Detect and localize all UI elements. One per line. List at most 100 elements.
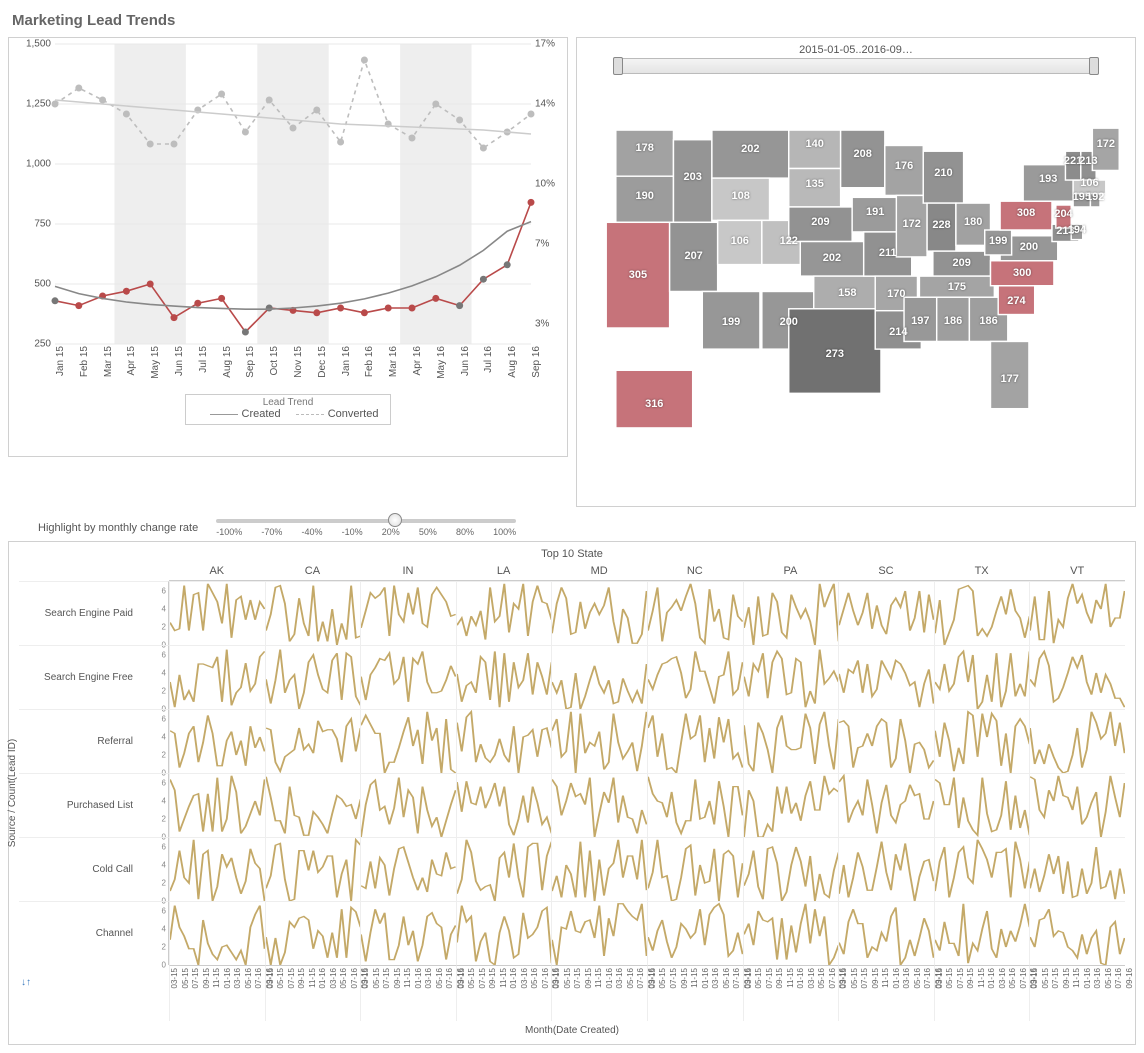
sm-cell[interactable] xyxy=(1029,581,1125,645)
state-AZ[interactable] xyxy=(702,291,760,349)
sm-cell[interactable] xyxy=(551,773,647,837)
state-NJ[interactable] xyxy=(1056,205,1071,228)
sm-cell[interactable] xyxy=(1029,901,1125,965)
sm-cell[interactable] xyxy=(169,581,265,645)
sm-col-CA[interactable]: CA xyxy=(265,562,361,581)
state-TX[interactable] xyxy=(789,309,881,394)
sm-cell[interactable] xyxy=(743,901,839,965)
sm-cell[interactable] xyxy=(1029,837,1125,901)
sm-cell[interactable] xyxy=(456,581,552,645)
sm-cell[interactable] xyxy=(647,709,743,773)
sm-cell[interactable] xyxy=(456,709,552,773)
sm-cell[interactable] xyxy=(169,773,265,837)
sm-cell[interactable] xyxy=(934,901,1030,965)
state-AK[interactable] xyxy=(616,370,693,428)
sm-cell[interactable] xyxy=(360,709,456,773)
sm-cell[interactable] xyxy=(360,837,456,901)
sm-cell[interactable] xyxy=(169,837,265,901)
state-IN[interactable] xyxy=(927,203,956,251)
state-NC[interactable] xyxy=(991,261,1054,286)
sm-col-MD[interactable]: MD xyxy=(551,562,647,581)
state-MA[interactable] xyxy=(1073,180,1106,193)
sm-cell[interactable] xyxy=(647,773,743,837)
sm-cell[interactable] xyxy=(456,773,552,837)
sm-cell[interactable] xyxy=(838,773,934,837)
sm-cell[interactable] xyxy=(456,645,552,709)
sm-cell[interactable] xyxy=(551,901,647,965)
sm-cell[interactable] xyxy=(265,773,361,837)
highlight-slider[interactable]: -100%-70%-40%-10%20%50%80%100% xyxy=(216,519,516,537)
sm-col-LA[interactable]: LA xyxy=(456,562,552,581)
state-ND[interactable] xyxy=(789,130,841,168)
sm-cell[interactable] xyxy=(934,773,1030,837)
sm-cell[interactable] xyxy=(551,645,647,709)
sm-cell[interactable] xyxy=(647,645,743,709)
state-AL[interactable] xyxy=(937,297,970,341)
us-choropleth[interactable]: 1781903052032072021081061991222001401352… xyxy=(587,94,1125,464)
sort-icon[interactable]: ↓↑ xyxy=(17,975,31,988)
state-ME[interactable] xyxy=(1092,128,1119,170)
sm-cell[interactable] xyxy=(265,837,361,901)
sm-cell[interactable] xyxy=(934,837,1030,901)
sm-cell[interactable] xyxy=(647,837,743,901)
sm-cell[interactable] xyxy=(1029,709,1125,773)
state-NE[interactable] xyxy=(789,207,852,242)
sm-cell[interactable] xyxy=(265,645,361,709)
state-MI[interactable] xyxy=(923,151,963,203)
sm-row-cold-call[interactable]: Cold Call xyxy=(19,837,139,901)
state-SC[interactable] xyxy=(998,286,1035,315)
sm-cell[interactable] xyxy=(551,709,647,773)
sm-cell[interactable] xyxy=(265,709,361,773)
state-SD[interactable] xyxy=(789,169,841,207)
state-WI[interactable] xyxy=(885,145,923,195)
sm-cell[interactable] xyxy=(838,581,934,645)
sm-cell[interactable] xyxy=(169,645,265,709)
sm-col-IN[interactable]: IN xyxy=(360,562,456,581)
sm-cell[interactable] xyxy=(743,581,839,645)
state-CT[interactable] xyxy=(1073,193,1090,206)
sm-cell[interactable] xyxy=(743,709,839,773)
state-IL[interactable] xyxy=(896,195,927,256)
state-OR[interactable] xyxy=(616,176,674,222)
date-range-slider[interactable]: 2015-01-05..2016-09… xyxy=(587,44,1125,74)
sm-cell[interactable] xyxy=(934,709,1030,773)
state-MT[interactable] xyxy=(712,130,789,178)
state-MS[interactable] xyxy=(904,297,937,341)
state-VT[interactable] xyxy=(1065,151,1080,180)
sm-col-NC[interactable]: NC xyxy=(647,562,743,581)
state-PA[interactable] xyxy=(1000,201,1052,230)
state-UT[interactable] xyxy=(718,220,762,264)
lead-trend-plot[interactable]: 2505007501,0001,2501,5003%7%10%14%17% xyxy=(55,44,531,344)
state-OK[interactable] xyxy=(814,276,881,309)
sm-cell[interactable] xyxy=(838,645,934,709)
state-IA[interactable] xyxy=(852,197,898,232)
state-KS[interactable] xyxy=(800,242,863,277)
sm-cell[interactable] xyxy=(360,901,456,965)
sm-cell[interactable] xyxy=(169,709,265,773)
state-CA[interactable] xyxy=(606,222,669,328)
sm-cell[interactable] xyxy=(743,645,839,709)
sm-row-search-engine-free[interactable]: Search Engine Free xyxy=(19,645,139,709)
sm-cell[interactable] xyxy=(838,901,934,965)
sm-cell[interactable] xyxy=(743,837,839,901)
state-NV[interactable] xyxy=(670,222,718,291)
sm-cell[interactable] xyxy=(1029,645,1125,709)
sm-cell[interactable] xyxy=(934,581,1030,645)
sm-cell[interactable] xyxy=(838,709,934,773)
sm-cell[interactable] xyxy=(934,645,1030,709)
sm-cell[interactable] xyxy=(265,581,361,645)
state-WY[interactable] xyxy=(712,178,770,220)
sm-row-purchased-list[interactable]: Purchased List xyxy=(19,773,139,837)
state-WV[interactable] xyxy=(985,230,1012,255)
sm-cell[interactable] xyxy=(169,901,265,965)
state-ID[interactable] xyxy=(673,140,711,223)
sm-cell[interactable] xyxy=(360,581,456,645)
sm-cell[interactable] xyxy=(456,837,552,901)
sm-cell[interactable] xyxy=(838,837,934,901)
sm-col-PA[interactable]: PA xyxy=(743,562,839,581)
state-KY[interactable] xyxy=(933,251,991,276)
sm-cell[interactable] xyxy=(551,837,647,901)
sm-cell[interactable] xyxy=(456,901,552,965)
sm-row-search-engine-paid[interactable]: Search Engine Paid xyxy=(19,581,139,645)
sm-col-SC[interactable]: SC xyxy=(838,562,934,581)
